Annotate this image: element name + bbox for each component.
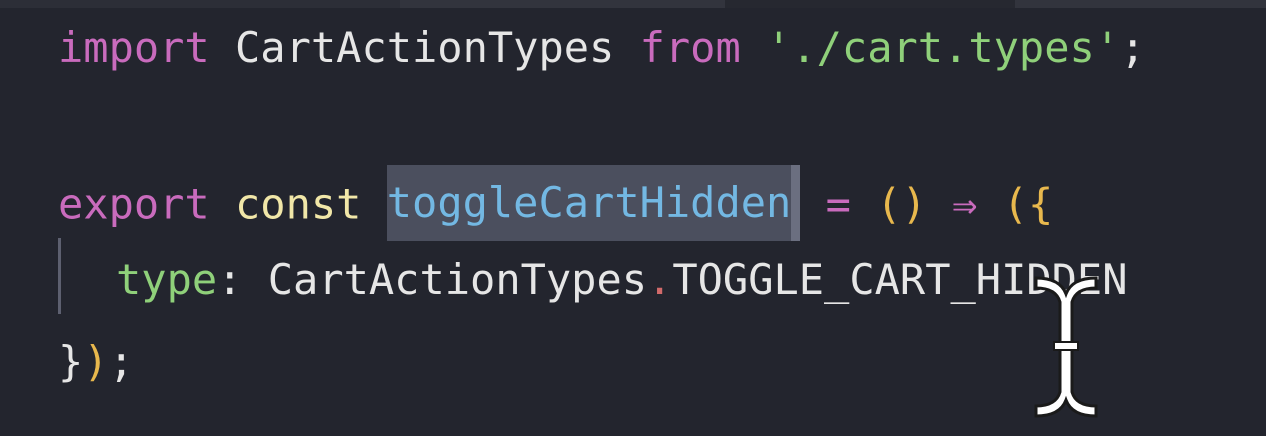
keyword-export: export [58,179,210,229]
keyword-from: from [639,23,741,72]
close-paren: ) [83,337,109,386]
operator-equals: = [825,179,851,229]
keyword-import: import [58,23,210,72]
keyword-const: const [235,179,362,229]
tab-bar-strip [0,0,1266,8]
close-brace: } [58,337,84,386]
code-line-4[interactable]: }); [58,332,134,392]
function-name-togglecarthidden: toggleCartHidden [386,178,792,227]
text-selection[interactable]: toggleCartHidden [386,165,792,241]
tab-segment[interactable] [400,0,725,8]
code-editor[interactable]: import CartActionTypes from './cart.type… [0,0,1266,436]
tab-segment[interactable] [0,0,400,8]
code-line-3[interactable]: type: CartActionTypes.TOGGLE_CART_HIDDEN [58,250,1128,310]
identifier-cartactiontypes: CartActionTypes [235,23,615,72]
semicolon: ; [108,337,134,386]
property-type: type [116,255,218,304]
string-module-path: './cart.types' [766,23,1121,72]
code-line-1[interactable]: import CartActionTypes from './cart.type… [58,18,1145,78]
parens: () [876,179,927,229]
arrow-operator: ⇒ [952,179,978,229]
text-caret [791,165,801,241]
identifier-cartactiontypes: CartActionTypes [267,255,648,304]
open-paren-brace: ({ [1002,179,1054,229]
tab-segment[interactable] [1015,0,1266,8]
semicolon: ; [1120,23,1146,72]
colon: : [217,255,243,304]
text-ibeam-cursor-icon [1034,276,1098,418]
tab-segment[interactable] [725,0,1015,8]
member-dot: . [647,255,673,304]
code-line-2[interactable]: export const toggleCartHidden = () ⇒ ({ [58,165,1054,241]
